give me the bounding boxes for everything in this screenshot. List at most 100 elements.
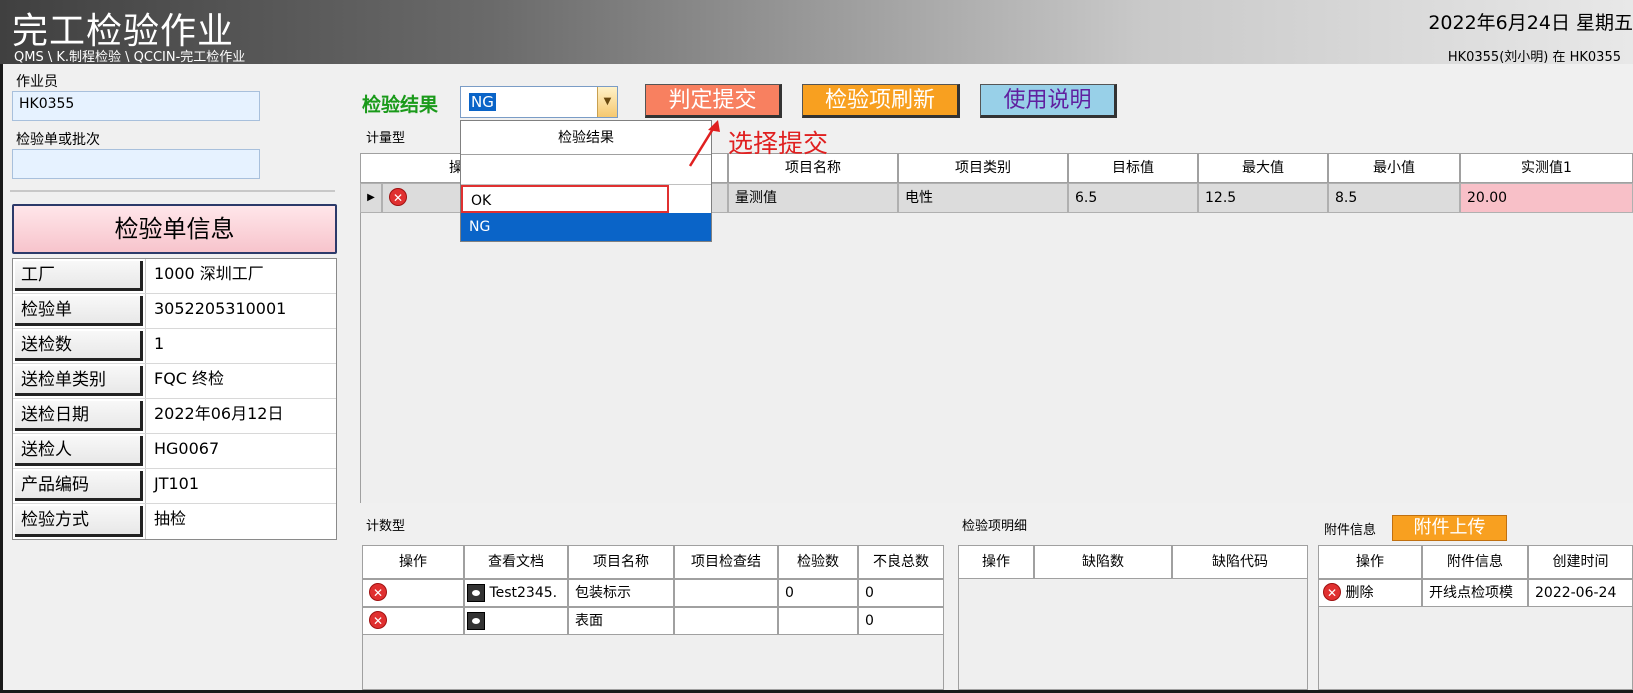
info-row: 送检单类别 FQC 终检: [13, 364, 336, 399]
info-row: 送检日期 2022年06月12日: [13, 399, 336, 434]
result-combobox[interactable]: NG ▼: [460, 86, 618, 118]
row-indicator-icon[interactable]: ▶: [360, 183, 382, 213]
lot-field[interactable]: [12, 149, 260, 179]
delete-icon[interactable]: ✕: [369, 611, 387, 629]
measured-section-label: 计量型: [366, 131, 406, 146]
operator-label: 作业员: [16, 74, 58, 90]
window-border-left: [0, 64, 3, 693]
counted-cell-result[interactable]: [674, 579, 778, 607]
help-button[interactable]: 使用说明: [980, 84, 1117, 118]
info-table: 工厂 1000 深圳工厂 检验单 3052205310001 送检数 1 送检单类别 F…: [12, 258, 337, 540]
measured-col-actual1[interactable]: 实测值1: [1460, 153, 1633, 183]
info-key: 送检数: [15, 331, 143, 361]
view-document-icon[interactable]: [467, 584, 485, 602]
counted-cell-doc[interactable]: [464, 607, 568, 635]
info-value: HG0067: [145, 434, 336, 468]
delete-icon[interactable]: ✕: [1323, 583, 1341, 601]
counted-row-action[interactable]: ✕: [362, 579, 464, 607]
counted-cell-qty[interactable]: [778, 607, 858, 635]
info-row: 工厂 1000 深圳工厂: [13, 259, 336, 294]
info-row: 送检人 HG0067: [13, 434, 336, 469]
title-bar: 完工检验作业 QMS \ K.制程检验 \ QCCIN-完工检作业 2022年6…: [0, 0, 1633, 65]
upload-attachment-button[interactable]: 附件上传: [1392, 515, 1507, 541]
info-value: 2022年06月12日: [145, 399, 336, 433]
submit-judgement-button[interactable]: 判定提交: [645, 84, 782, 118]
info-section-title: 检验单信息: [12, 204, 337, 254]
dropdown-option-ok[interactable]: OK: [461, 185, 669, 213]
info-value: 1000 深圳工厂: [145, 259, 336, 293]
counted-col-result[interactable]: 项目检查结: [674, 545, 778, 579]
info-key: 产品编码: [15, 471, 143, 501]
counted-col-name[interactable]: 项目名称: [568, 545, 674, 579]
info-key: 检验方式: [15, 506, 143, 537]
attachment-col-action[interactable]: 操作: [1318, 545, 1422, 579]
counted-cell-qty[interactable]: 0: [778, 579, 858, 607]
detail-col-defect-qty[interactable]: 缺陷数: [1034, 545, 1172, 579]
info-key: 送检人: [15, 436, 143, 466]
counted-col-doc[interactable]: 查看文档: [464, 545, 568, 579]
delete-icon[interactable]: ✕: [369, 583, 387, 601]
info-value: 3052205310001: [145, 294, 336, 328]
attachment-cell-info[interactable]: 开线点检项模: [1422, 579, 1528, 607]
info-row: 送检数 1: [13, 329, 336, 364]
info-key: 送检日期: [15, 401, 143, 431]
measured-cell-category[interactable]: 电性: [898, 183, 1068, 213]
info-value: 抽检: [145, 504, 336, 539]
delete-label[interactable]: 删除: [1345, 585, 1373, 601]
detail-col-defect-code[interactable]: 缺陷代码: [1172, 545, 1308, 579]
measured-col-max[interactable]: 最大值: [1198, 153, 1328, 183]
measured-cell-min[interactable]: 8.5: [1328, 183, 1460, 213]
info-key: 送检单类别: [15, 366, 143, 396]
attachment-cell-created[interactable]: 2022-06-24: [1528, 579, 1633, 607]
attachment-col-created[interactable]: 创建时间: [1528, 545, 1633, 579]
result-combobox-value: NG: [469, 93, 496, 111]
chevron-down-icon[interactable]: ▼: [597, 87, 617, 117]
counted-cell-defects[interactable]: 0: [858, 579, 944, 607]
result-dropdown-list[interactable]: 检验结果 OK NG: [460, 120, 712, 242]
counted-cell-name[interactable]: 表面: [568, 607, 674, 635]
measured-col-action[interactable]: 操: [360, 153, 470, 183]
attachment-col-info[interactable]: 附件信息: [1422, 545, 1528, 579]
counted-cell-result[interactable]: [674, 607, 778, 635]
annotation-arrow-icon: [688, 120, 720, 167]
attachment-row-action[interactable]: ✕ 删除: [1318, 579, 1422, 607]
lot-label: 检验单或批次: [16, 132, 100, 148]
info-key: 工厂: [15, 261, 143, 291]
dropdown-blank-option[interactable]: [461, 155, 711, 185]
measured-cell-target[interactable]: 6.5: [1068, 183, 1198, 213]
info-value: JT101: [145, 469, 336, 503]
counted-col-qty[interactable]: 检验数: [778, 545, 858, 579]
refresh-items-button[interactable]: 检验项刷新: [802, 84, 960, 118]
info-value: FQC 终检: [145, 364, 336, 398]
attachment-section-label: 附件信息: [1324, 523, 1377, 538]
delete-icon[interactable]: ✕: [389, 188, 407, 206]
dropdown-option-ng[interactable]: NG: [461, 213, 711, 241]
measured-cell-max[interactable]: 12.5: [1198, 183, 1328, 213]
result-label: 检验结果: [362, 94, 439, 116]
measured-col-category[interactable]: 项目类别: [898, 153, 1068, 183]
user-display: HK0355(刘小明) 在 HK0355: [1447, 50, 1621, 65]
info-value: 1: [145, 329, 336, 363]
counted-cell-defects[interactable]: 0: [858, 607, 944, 635]
detail-section-label: 检验项明细: [962, 519, 1028, 534]
breadcrumb: QMS \ K.制程检验 \ QCCIN-完工检作业: [14, 50, 246, 65]
counted-cell-name[interactable]: 包装标示: [568, 579, 674, 607]
operator-field[interactable]: HK0355: [12, 91, 260, 121]
divider: [10, 190, 335, 192]
measured-col-min[interactable]: 最小值: [1328, 153, 1460, 183]
counted-col-action[interactable]: 操作: [362, 545, 464, 579]
dropdown-header: 检验结果: [461, 121, 711, 155]
counted-row-action[interactable]: ✕: [362, 607, 464, 635]
info-row: 检验单 3052205310001: [13, 294, 336, 329]
view-document-icon[interactable]: [467, 612, 485, 630]
counted-section-label: 计数型: [366, 519, 406, 534]
counted-cell-doc[interactable]: Test2345.: [464, 579, 568, 607]
measured-col-target[interactable]: 目标值: [1068, 153, 1198, 183]
doc-name: Test2345.: [489, 585, 558, 601]
measured-cell-actual1[interactable]: 20.00: [1460, 183, 1633, 213]
date-display: 2022年6月24日 星期五: [1428, 12, 1633, 34]
info-key: 检验单: [15, 296, 143, 326]
detail-col-action[interactable]: 操作: [958, 545, 1034, 579]
measured-cell-name[interactable]: 量测值: [728, 183, 898, 213]
counted-col-defects[interactable]: 不良总数: [858, 545, 944, 579]
